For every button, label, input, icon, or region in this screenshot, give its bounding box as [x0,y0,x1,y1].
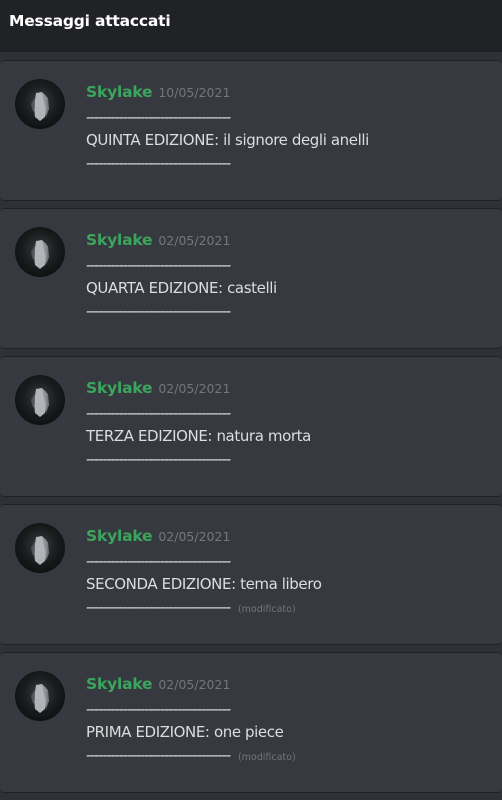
message-timestamp: 02/05/2021 [158,233,231,248]
edited-label: (modificato) [237,752,296,763]
message-line-title: PRIMA EDIZIONE: one piece [86,723,284,741]
avatar[interactable] [15,375,65,425]
pinned-message[interactable]: Skylake 02/05/2021 ----------------------… [0,356,502,497]
message-timestamp: 10/05/2021 [158,85,231,100]
message-line-divider: ----------------------------------- [86,154,231,172]
message-content: ----------------------------------- PRIM… [86,698,296,769]
pinned-message[interactable]: Skylake 10/05/2021 ----------------------… [0,60,502,201]
message-timestamp: 02/05/2021 [158,529,231,544]
message-content: ----------------------------------- QUIN… [86,106,369,177]
avatar[interactable] [15,671,65,721]
author-name[interactable]: Skylake [86,379,153,397]
message-line-divider: ----------------------------------- [86,256,231,274]
message-line-title: QUINTA EDIZIONE: il signore degli anelli [86,131,369,149]
message-line-title: QUARTA EDIZIONE: castelli [86,279,277,297]
avatar[interactable] [15,227,65,277]
avatar[interactable] [15,523,65,573]
author-name[interactable]: Skylake [86,675,153,693]
message-header: Skylake 10/05/2021 [86,82,230,101]
message-content: ----------------------------------- TERZ… [86,402,311,473]
avatar-image-icon [31,684,49,713]
avatar-image-icon [31,536,49,565]
message-line-divider: ----------------------------------- [86,598,231,616]
message-line-divider: ----------------------------------- [86,552,231,570]
message-timestamp: 02/05/2021 [158,677,231,692]
message-header: Skylake 02/05/2021 [86,674,230,693]
pinned-message[interactable]: Skylake 02/05/2021 ----------------------… [0,504,502,645]
message-header: Skylake 02/05/2021 [86,230,230,249]
message-line-divider: ----------------------------------- [86,302,231,320]
message-line-title: TERZA EDIZIONE: natura morta [86,427,311,445]
message-line-divider: ----------------------------------- [86,108,231,126]
author-name[interactable]: Skylake [86,231,153,249]
message-line-title: SECONDA EDIZIONE: tema libero [86,575,322,593]
message-header: Skylake 02/05/2021 [86,378,230,397]
message-line-divider: ----------------------------------- [86,450,231,468]
message-header: Skylake 02/05/2021 [86,526,230,545]
message-content: ----------------------------------- QUAR… [86,254,277,325]
author-name[interactable]: Skylake [86,527,153,545]
message-content: ----------------------------------- SECO… [86,550,322,621]
avatar[interactable] [15,79,65,129]
edited-label: (modificato) [237,604,296,615]
pinned-messages-list[interactable]: Skylake 10/05/2021 ----------------------… [0,60,502,800]
author-name[interactable]: Skylake [86,83,153,101]
pinned-message[interactable]: Skylake 02/05/2021 ----------------------… [0,652,502,793]
avatar-image-icon [31,240,49,269]
avatar-image-icon [31,92,49,121]
message-line-divider: ----------------------------------- [86,746,231,764]
message-timestamp: 02/05/2021 [158,381,231,396]
avatar-image-icon [31,388,49,417]
pinned-message[interactable]: Skylake 02/05/2021 ----------------------… [0,208,502,349]
message-line-divider: ----------------------------------- [86,700,231,718]
pinned-messages-header: Messaggi attaccati [0,0,502,52]
header-title: Messaggi attaccati [9,12,171,30]
message-line-divider: ----------------------------------- [86,404,231,422]
